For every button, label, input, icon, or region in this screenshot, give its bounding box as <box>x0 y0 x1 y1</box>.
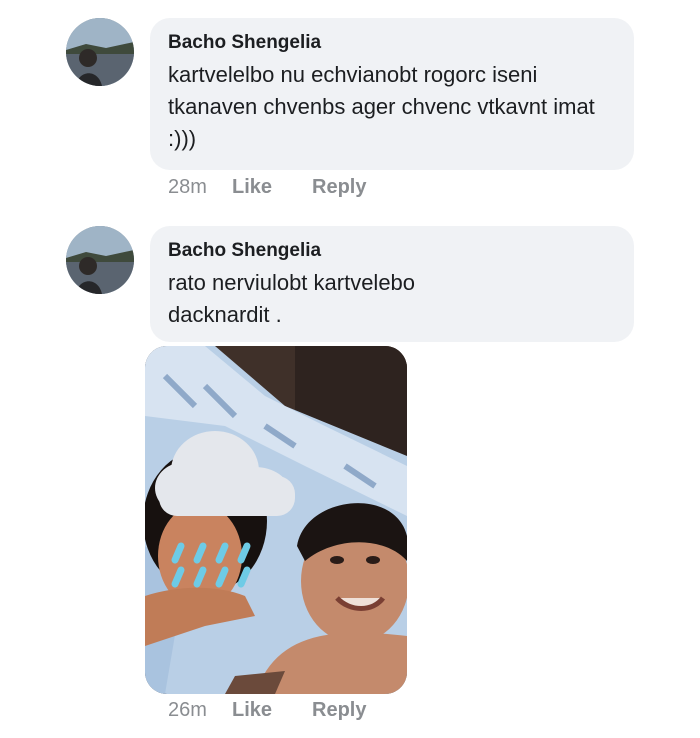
comment-author[interactable]: Bacho Shengelia <box>168 32 321 54</box>
comment-text: rato nerviulobt kartvelebo dacknardit . <box>168 270 416 327</box>
reply-button[interactable]: Reply <box>312 699 366 722</box>
comment-actions: 26m Like Reply <box>168 699 366 725</box>
comment-text: kartvelelbo nu echvianobt rogorc iseni t… <box>168 62 595 151</box>
photo-image <box>145 346 407 694</box>
comment-timestamp[interactable]: 28m <box>168 176 232 199</box>
avatar-photo <box>66 226 134 294</box>
comment-timestamp[interactable]: 26m <box>168 699 232 722</box>
avatar[interactable] <box>66 18 134 86</box>
attached-photo[interactable] <box>145 346 407 694</box>
comment-actions: 28m Like Reply <box>168 176 366 202</box>
reply-button[interactable]: Reply <box>312 176 366 199</box>
avatar-photo <box>66 18 134 86</box>
comment-bubble: Bacho Shengelia rato nerviulobt kartvele… <box>150 226 634 342</box>
comment-author[interactable]: Bacho Shengelia <box>168 240 321 262</box>
comment-bubble: Bacho Shengelia kartvelelbo nu echvianob… <box>150 18 634 170</box>
avatar[interactable] <box>66 226 134 294</box>
like-button[interactable]: Like <box>232 176 312 199</box>
like-button[interactable]: Like <box>232 699 312 722</box>
